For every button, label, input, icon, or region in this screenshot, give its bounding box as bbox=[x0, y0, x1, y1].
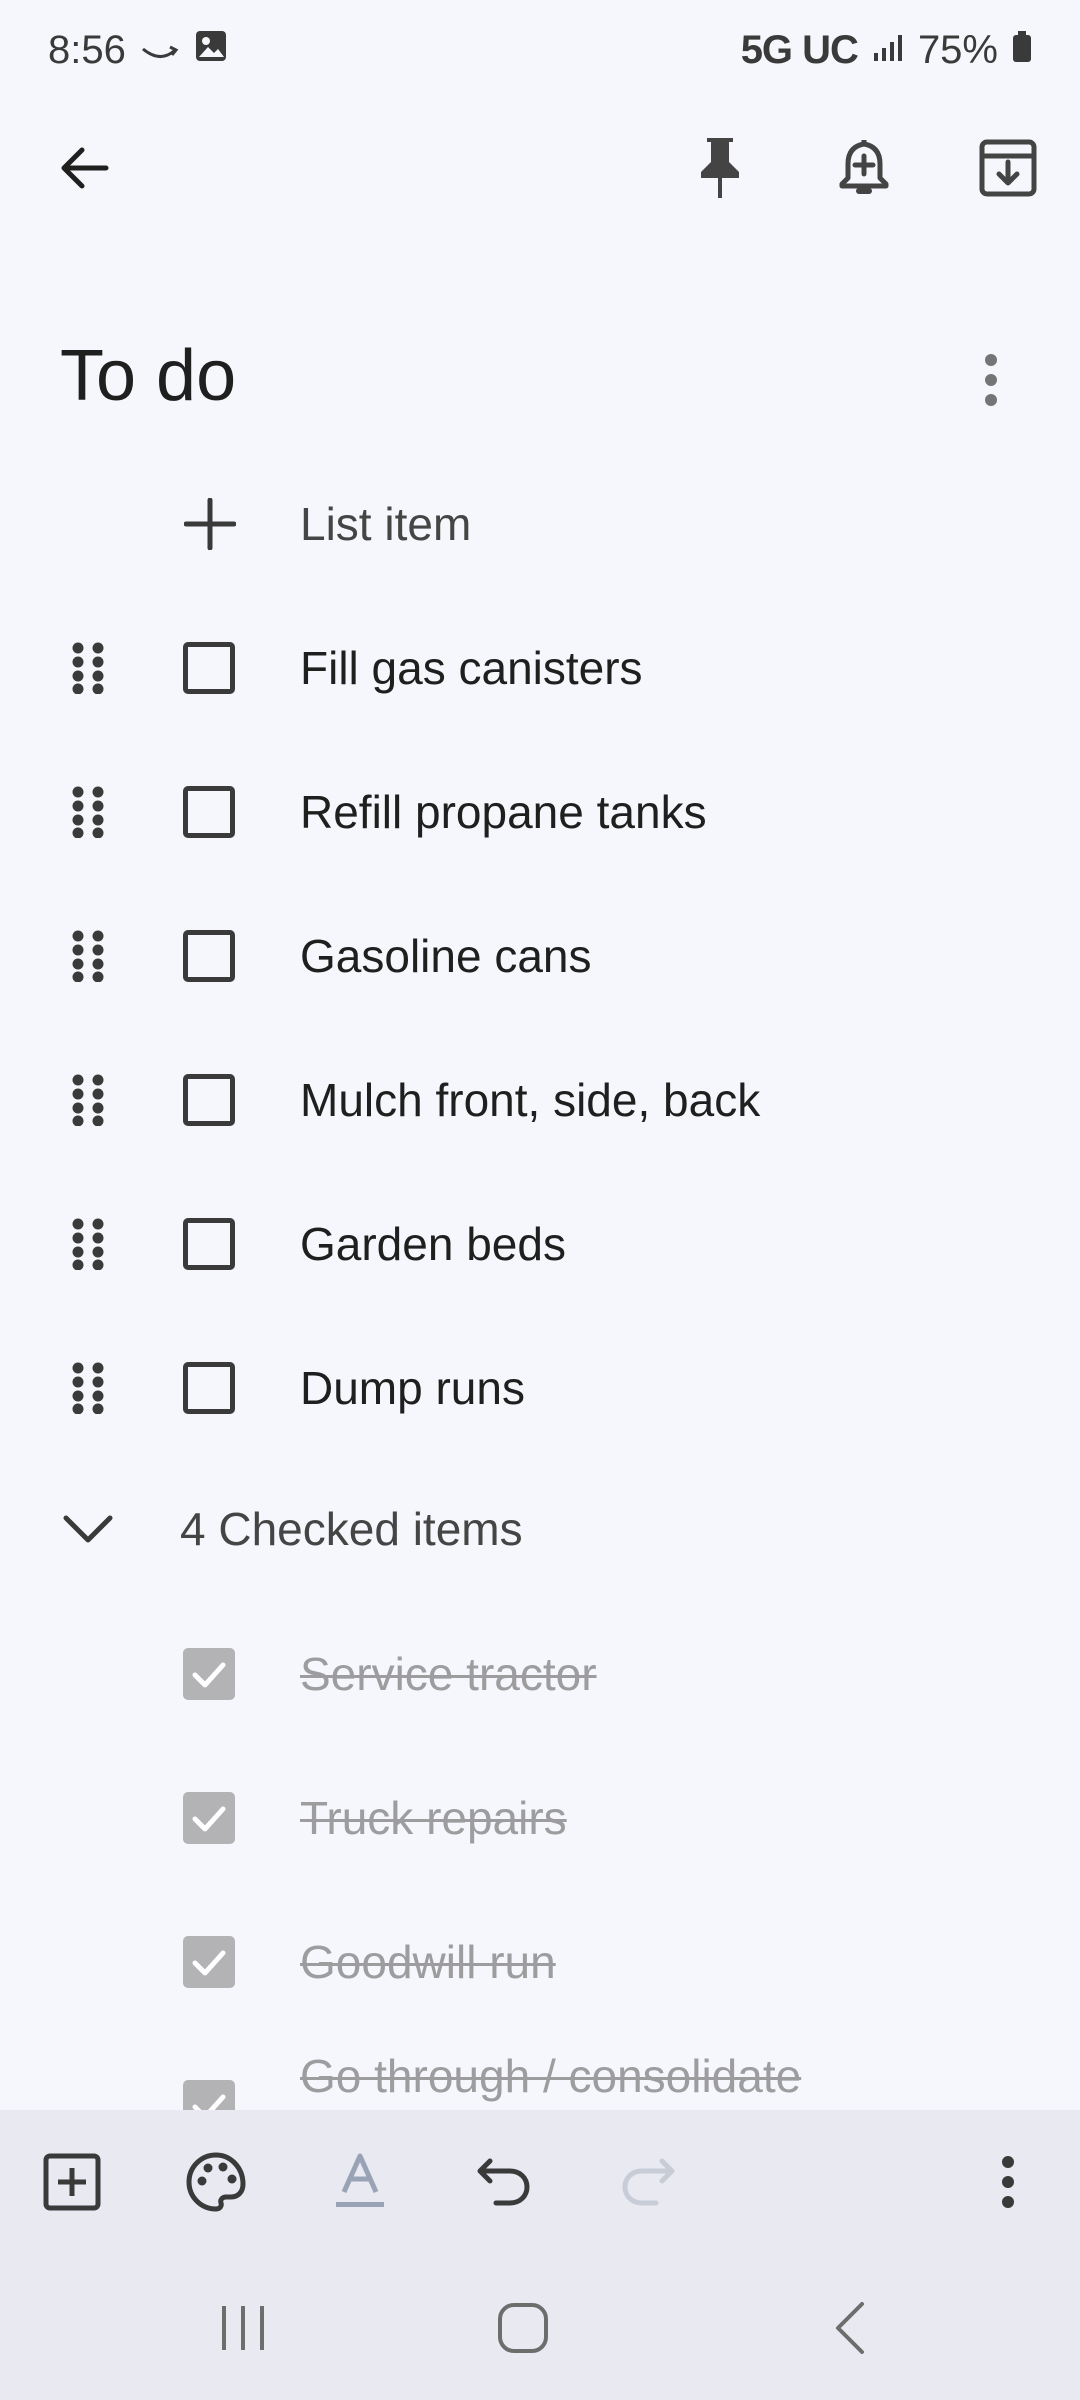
arrow-left-icon bbox=[56, 140, 112, 196]
signal-icon bbox=[872, 28, 904, 73]
note-title[interactable]: To do bbox=[60, 335, 236, 417]
checked-items-toggle[interactable]: 4 Checked items bbox=[0, 1482, 1080, 1578]
home-icon bbox=[497, 2302, 549, 2359]
pin-button[interactable] bbox=[672, 120, 768, 216]
palette-icon bbox=[185, 2151, 247, 2218]
checked-item-text[interactable]: Goodwill run bbox=[300, 1934, 556, 1990]
drag-handle-icon[interactable] bbox=[68, 1362, 112, 1415]
system-nav-bar bbox=[0, 2260, 1080, 2400]
status-bar: 8:56 5G UC 75% bbox=[0, 0, 1080, 100]
item-checkbox[interactable] bbox=[183, 1218, 235, 1270]
item-checkbox[interactable] bbox=[183, 642, 235, 694]
list-item-text[interactable]: Garden beds bbox=[300, 1216, 566, 1272]
list-item[interactable]: Mulch front, side, back bbox=[0, 1052, 1080, 1148]
add-box-icon bbox=[43, 2153, 101, 2216]
battery-label: 75% bbox=[917, 27, 998, 72]
recents-icon bbox=[218, 2304, 268, 2357]
list-item-text[interactable]: Dump runs bbox=[300, 1360, 525, 1416]
undo-icon bbox=[476, 2157, 532, 2212]
network-label: 5G UC bbox=[740, 27, 859, 72]
add-item-placeholder: List item bbox=[300, 498, 472, 550]
item-checkbox[interactable] bbox=[183, 1074, 235, 1126]
drag-handle-icon[interactable] bbox=[68, 1218, 112, 1271]
add-list-item-row[interactable]: List item bbox=[0, 476, 1080, 572]
status-right: 5G UC 75% bbox=[741, 28, 1032, 73]
checked-list-item[interactable]: Service tractor bbox=[0, 1626, 1080, 1722]
bottom-toolbar bbox=[0, 2110, 1080, 2260]
note-top-bar bbox=[0, 120, 1080, 240]
item-checkbox[interactable] bbox=[183, 786, 235, 838]
plus-icon bbox=[183, 497, 237, 555]
text-format-button[interactable] bbox=[312, 2136, 408, 2232]
more-vert-icon bbox=[983, 354, 999, 406]
background-options-button[interactable] bbox=[168, 2136, 264, 2232]
item-checkbox-checked[interactable] bbox=[183, 1936, 235, 1988]
list-item[interactable]: Garden beds bbox=[0, 1196, 1080, 1292]
item-checkbox[interactable] bbox=[183, 930, 235, 982]
drag-handle-icon[interactable] bbox=[68, 642, 112, 695]
list-item-text[interactable]: Fill gas canisters bbox=[300, 640, 643, 696]
item-checkbox-checked[interactable] bbox=[183, 1792, 235, 1844]
undo-button[interactable] bbox=[456, 2136, 552, 2232]
amazon-smile-icon bbox=[140, 28, 180, 73]
checked-item-text[interactable]: Truck repairs bbox=[300, 1790, 567, 1846]
list-item-text[interactable]: Refill propane tanks bbox=[300, 784, 707, 840]
item-checkbox-checked[interactable] bbox=[183, 1648, 235, 1700]
image-notification-icon bbox=[194, 28, 228, 73]
list-item-text[interactable]: Mulch front, side, back bbox=[300, 1072, 760, 1128]
bell-plus-icon bbox=[836, 136, 892, 200]
list-item[interactable]: Gasoline cans bbox=[0, 908, 1080, 1004]
checked-item-text[interactable]: Service tractor bbox=[300, 1646, 597, 1702]
chevron-down-icon bbox=[60, 1506, 116, 1559]
battery-icon bbox=[1012, 28, 1032, 73]
add-content-button[interactable] bbox=[24, 2136, 120, 2232]
text-format-icon bbox=[334, 2152, 386, 2217]
item-checkbox[interactable] bbox=[183, 1362, 235, 1414]
archive-icon bbox=[978, 138, 1038, 198]
pin-icon bbox=[695, 136, 745, 200]
chevron-left-icon bbox=[832, 2300, 868, 2361]
checked-items-label: 4 Checked items bbox=[180, 1503, 523, 1555]
checked-list-item[interactable]: Truck repairs bbox=[0, 1770, 1080, 1866]
note-more-button[interactable] bbox=[943, 332, 1039, 428]
checked-item-text[interactable]: Go through / consolidate bbox=[300, 2048, 801, 2104]
drag-handle-icon[interactable] bbox=[68, 930, 112, 983]
list-item[interactable]: Fill gas canisters bbox=[0, 620, 1080, 716]
list-item-text[interactable]: Gasoline cans bbox=[300, 928, 592, 984]
back-button[interactable] bbox=[36, 120, 132, 216]
toolbar-more-button[interactable] bbox=[960, 2136, 1056, 2232]
redo-icon bbox=[620, 2157, 676, 2212]
recents-button[interactable] bbox=[183, 2280, 303, 2380]
drag-handle-icon[interactable] bbox=[68, 786, 112, 839]
list-item[interactable]: Refill propane tanks bbox=[0, 764, 1080, 860]
list-item[interactable]: Dump runs bbox=[0, 1340, 1080, 1436]
reminder-button[interactable] bbox=[816, 120, 912, 216]
archive-button[interactable] bbox=[960, 120, 1056, 216]
status-left: 8:56 bbox=[48, 28, 228, 73]
status-time: 8:56 bbox=[48, 27, 126, 72]
redo-button[interactable] bbox=[600, 2136, 696, 2232]
home-button[interactable] bbox=[463, 2280, 583, 2380]
checked-list-item[interactable]: Goodwill run bbox=[0, 1914, 1080, 2010]
more-vert-icon bbox=[1000, 2155, 1016, 2213]
drag-handle-icon[interactable] bbox=[68, 1074, 112, 1127]
system-back-button[interactable] bbox=[790, 2280, 910, 2380]
